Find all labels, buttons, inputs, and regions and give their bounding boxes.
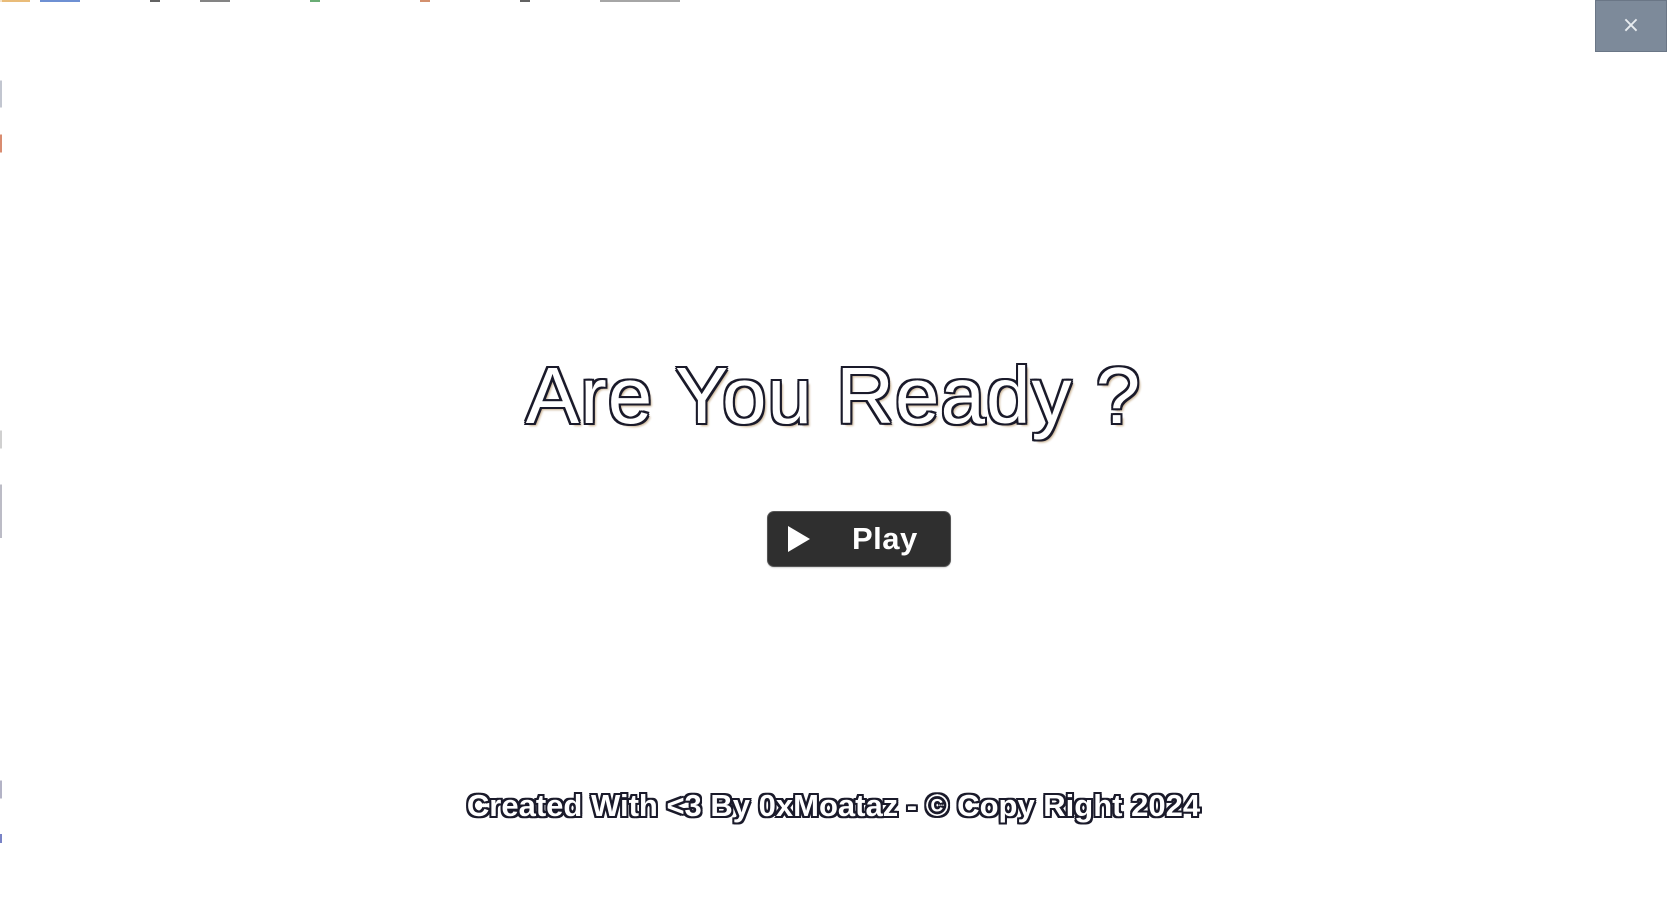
left-edge-artifact: [0, 0, 2, 897]
play-button[interactable]: Play: [768, 512, 950, 566]
close-icon: ×: [1621, 13, 1641, 38]
play-button-label: Play: [852, 521, 918, 556]
game-screen: × Are You Ready ? Play Created With <3 B…: [0, 0, 1667, 897]
close-button[interactable]: ×: [1595, 0, 1667, 52]
page-title: Are You Ready ?: [525, 351, 1142, 440]
footer-credit: Created With <3 By 0xMoataz - © Copy Rig…: [466, 788, 1201, 823]
play-icon: [788, 526, 810, 552]
taskbar-remnant-strip: [0, 0, 1000, 2]
